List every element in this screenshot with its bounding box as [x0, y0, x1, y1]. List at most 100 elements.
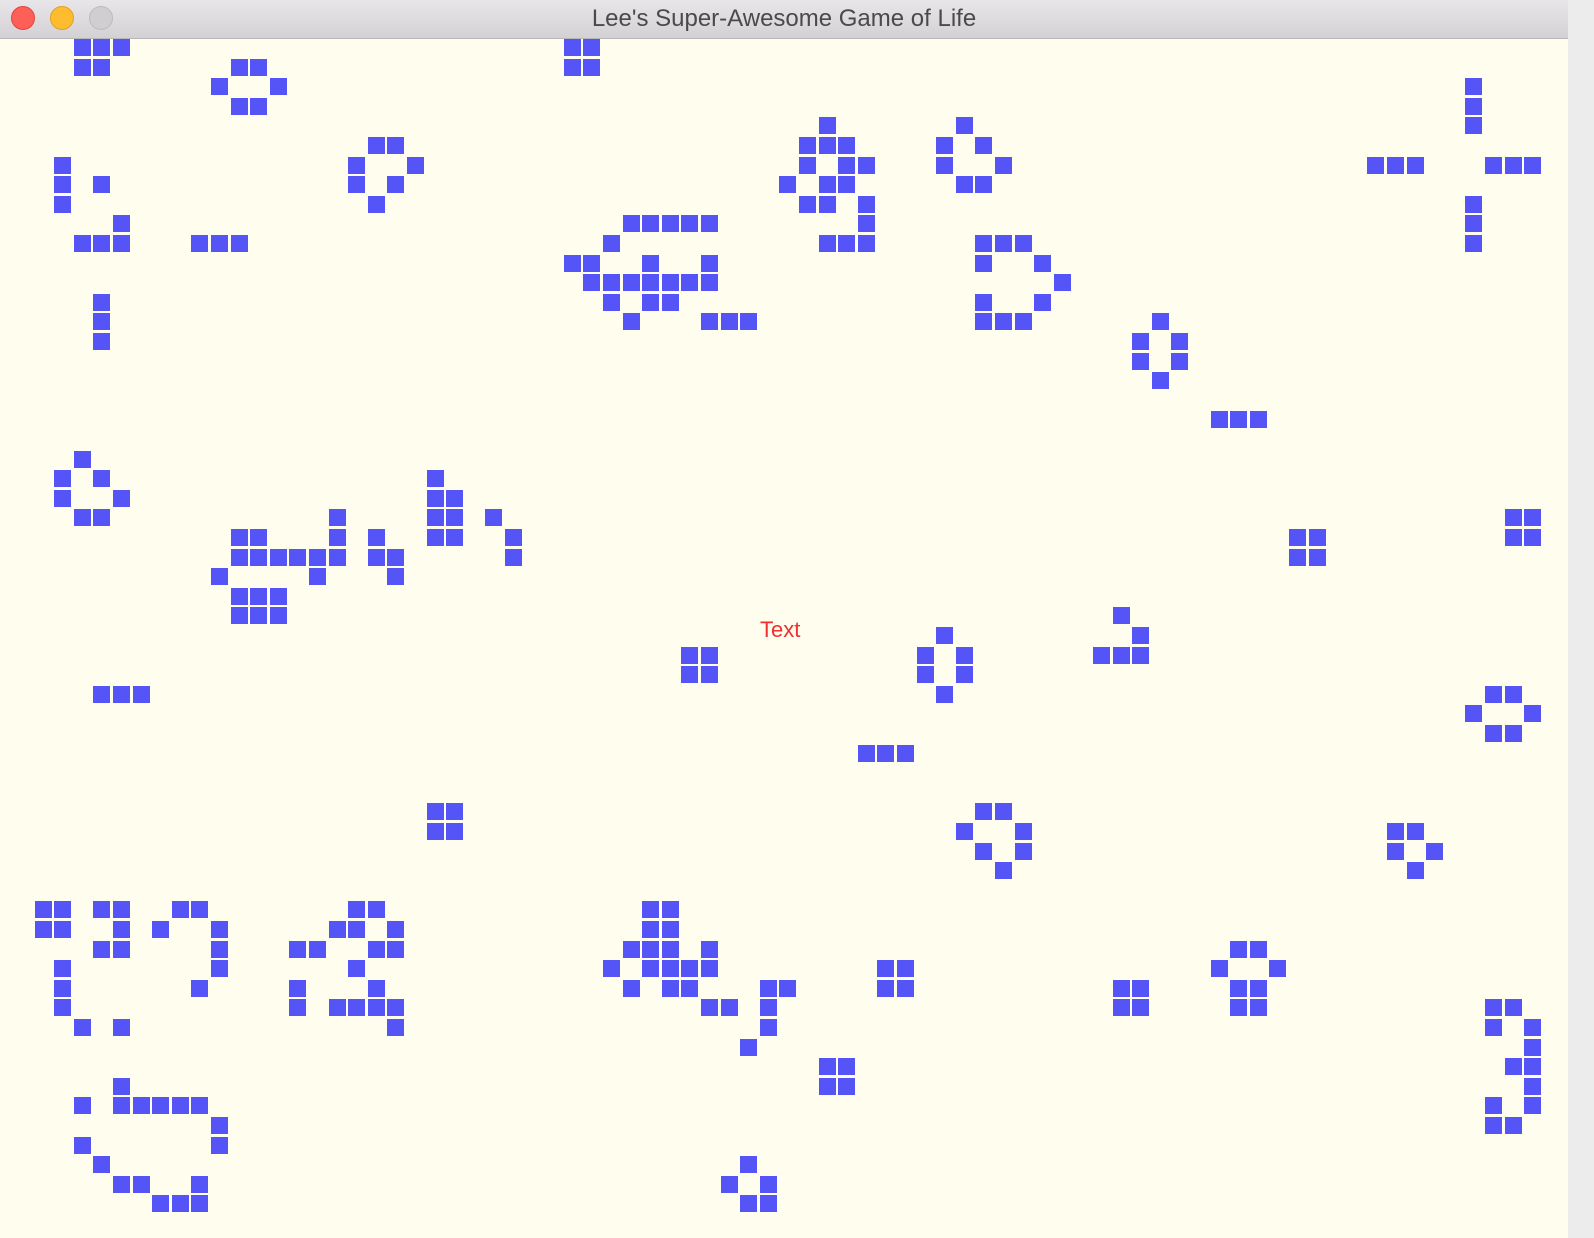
live-cell[interactable]	[583, 274, 600, 291]
live-cell[interactable]	[1505, 725, 1522, 742]
live-cell[interactable]	[427, 509, 444, 526]
live-cell[interactable]	[250, 607, 267, 624]
live-cell[interactable]	[93, 313, 110, 330]
live-cell[interactable]	[74, 1019, 91, 1036]
live-cell[interactable]	[113, 1097, 130, 1114]
live-cell[interactable]	[564, 255, 581, 272]
live-cell[interactable]	[917, 647, 934, 664]
live-cell[interactable]	[642, 921, 659, 938]
live-cell[interactable]	[93, 1156, 110, 1173]
live-cell[interactable]	[270, 588, 287, 605]
live-cell[interactable]	[368, 529, 385, 546]
live-cell[interactable]	[1132, 980, 1149, 997]
live-cell[interactable]	[799, 137, 816, 154]
live-cell[interactable]	[505, 549, 522, 566]
live-cell[interactable]	[1505, 999, 1522, 1016]
live-cell[interactable]	[662, 215, 679, 232]
live-cell[interactable]	[1485, 999, 1502, 1016]
live-cell[interactable]	[446, 490, 463, 507]
live-cell[interactable]	[583, 255, 600, 272]
live-cell[interactable]	[329, 549, 346, 566]
live-cell[interactable]	[74, 39, 91, 56]
live-cell[interactable]	[1132, 333, 1149, 350]
live-cell[interactable]	[858, 196, 875, 213]
live-cell[interactable]	[113, 39, 130, 56]
live-cell[interactable]	[231, 98, 248, 115]
live-cell[interactable]	[113, 921, 130, 938]
live-cell[interactable]	[54, 490, 71, 507]
live-cell[interactable]	[1015, 235, 1032, 252]
live-cell[interactable]	[721, 313, 738, 330]
live-cell[interactable]	[662, 980, 679, 997]
live-cell[interactable]	[231, 59, 248, 76]
live-cell[interactable]	[113, 686, 130, 703]
live-cell[interactable]	[309, 549, 326, 566]
live-cell[interactable]	[368, 901, 385, 918]
live-cell[interactable]	[701, 274, 718, 291]
live-cell[interactable]	[289, 549, 306, 566]
live-cell[interactable]	[681, 980, 698, 997]
live-cell[interactable]	[975, 294, 992, 311]
live-cell[interactable]	[93, 686, 110, 703]
live-cell[interactable]	[877, 980, 894, 997]
live-cell[interactable]	[721, 999, 738, 1016]
live-cell[interactable]	[505, 529, 522, 546]
live-cell[interactable]	[93, 901, 110, 918]
live-cell[interactable]	[819, 1058, 836, 1075]
live-cell[interactable]	[231, 607, 248, 624]
live-cell[interactable]	[956, 117, 973, 134]
live-cell[interactable]	[1132, 647, 1149, 664]
live-cell[interactable]	[113, 901, 130, 918]
live-cell[interactable]	[642, 294, 659, 311]
live-cell[interactable]	[54, 470, 71, 487]
live-cell[interactable]	[54, 901, 71, 918]
live-cell[interactable]	[662, 921, 679, 938]
live-cell[interactable]	[681, 215, 698, 232]
live-cell[interactable]	[250, 59, 267, 76]
live-cell[interactable]	[348, 999, 365, 1016]
live-cell[interactable]	[701, 215, 718, 232]
live-cell[interactable]	[93, 333, 110, 350]
live-cell[interactable]	[1230, 941, 1247, 958]
live-cell[interactable]	[858, 215, 875, 232]
live-cell[interactable]	[289, 999, 306, 1016]
live-cell[interactable]	[211, 921, 228, 938]
live-cell[interactable]	[289, 941, 306, 958]
live-cell[interactable]	[1485, 725, 1502, 742]
live-cell[interactable]	[936, 627, 953, 644]
live-cell[interactable]	[897, 980, 914, 997]
live-cell[interactable]	[74, 509, 91, 526]
live-cell[interactable]	[368, 980, 385, 997]
live-cell[interactable]	[858, 745, 875, 762]
live-cell[interactable]	[172, 901, 189, 918]
live-cell[interactable]	[1407, 823, 1424, 840]
live-cell[interactable]	[368, 196, 385, 213]
live-cell[interactable]	[819, 117, 836, 134]
live-cell[interactable]	[819, 235, 836, 252]
live-cell[interactable]	[368, 999, 385, 1016]
live-cell[interactable]	[662, 960, 679, 977]
live-cell[interactable]	[152, 921, 169, 938]
live-cell[interactable]	[93, 59, 110, 76]
live-cell[interactable]	[1387, 157, 1404, 174]
live-cell[interactable]	[1093, 647, 1110, 664]
live-cell[interactable]	[348, 157, 365, 174]
live-cell[interactable]	[1211, 411, 1228, 428]
live-cell[interactable]	[191, 980, 208, 997]
live-cell[interactable]	[211, 235, 228, 252]
live-cell[interactable]	[1132, 353, 1149, 370]
live-cell[interactable]	[583, 59, 600, 76]
live-cell[interactable]	[54, 921, 71, 938]
live-cell[interactable]	[1465, 117, 1482, 134]
live-cell[interactable]	[956, 176, 973, 193]
live-cell[interactable]	[1250, 999, 1267, 1016]
live-cell[interactable]	[1505, 1058, 1522, 1075]
live-cell[interactable]	[1152, 372, 1169, 389]
live-cell[interactable]	[642, 901, 659, 918]
live-cell[interactable]	[348, 176, 365, 193]
live-cell[interactable]	[1132, 627, 1149, 644]
live-cell[interactable]	[623, 313, 640, 330]
live-cell[interactable]	[54, 176, 71, 193]
live-cell[interactable]	[1485, 686, 1502, 703]
live-cell[interactable]	[329, 509, 346, 526]
